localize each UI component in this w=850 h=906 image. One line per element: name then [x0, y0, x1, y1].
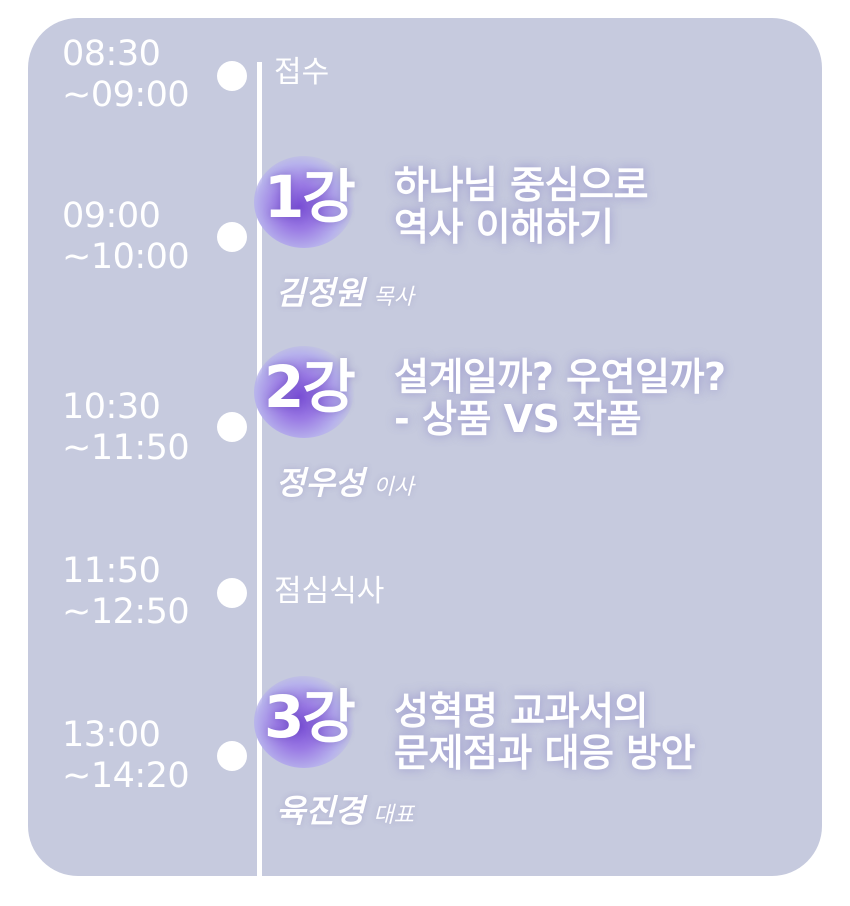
lecture2-badge-text: 2강	[264, 353, 356, 421]
lecture1-badge-text: 1강	[264, 163, 356, 231]
lecture1-speaker: 김정원 목사	[276, 268, 414, 314]
timeline-dot-lunch	[217, 578, 247, 608]
lecture3-badge-text: 3강	[264, 683, 356, 751]
lecture3-speaker-name: 육진경	[276, 792, 365, 830]
timeline-dot-lecture2	[217, 412, 247, 442]
lecture3-title: 성혁명 교과서의 문제점과 대응 방안	[394, 689, 696, 775]
timeline-dot-lecture3	[217, 741, 247, 771]
reception-time: 08:30 ~09:00	[62, 34, 190, 115]
timeline-dot-reception	[217, 61, 247, 91]
lecture3-time: 13:00 ~14:20	[62, 715, 190, 796]
lunch-time: 11:50 ~12:50	[62, 551, 190, 632]
lecture2-speaker: 정우성 이사	[276, 458, 414, 504]
reception-label: 접수	[274, 55, 330, 90]
lecture2-speaker-role: 이사	[373, 475, 414, 500]
lecture1-speaker-name: 김정원	[276, 274, 365, 312]
lecture1-time: 09:00 ~10:00	[62, 196, 190, 277]
lecture1-badge: 1강	[250, 156, 370, 256]
timeline-dot-lecture1	[217, 222, 247, 252]
lunch-label: 점심식사	[274, 574, 385, 609]
lecture2-badge: 2강	[250, 346, 370, 446]
lecture3-speaker: 육진경 대표	[276, 786, 414, 832]
lecture3-badge: 3강	[250, 676, 370, 776]
lecture3-speaker-role: 대표	[373, 803, 414, 828]
lecture2-title: 설계일까? 우연일까? - 상품 VS 작품	[394, 355, 726, 441]
lecture1-speaker-role: 목사	[373, 285, 414, 310]
lecture2-speaker-name: 정우성	[276, 464, 365, 502]
lecture2-time: 10:30 ~11:50	[62, 387, 190, 468]
lecture1-title: 하나님 중심으로 역사 이해하기	[394, 163, 648, 249]
